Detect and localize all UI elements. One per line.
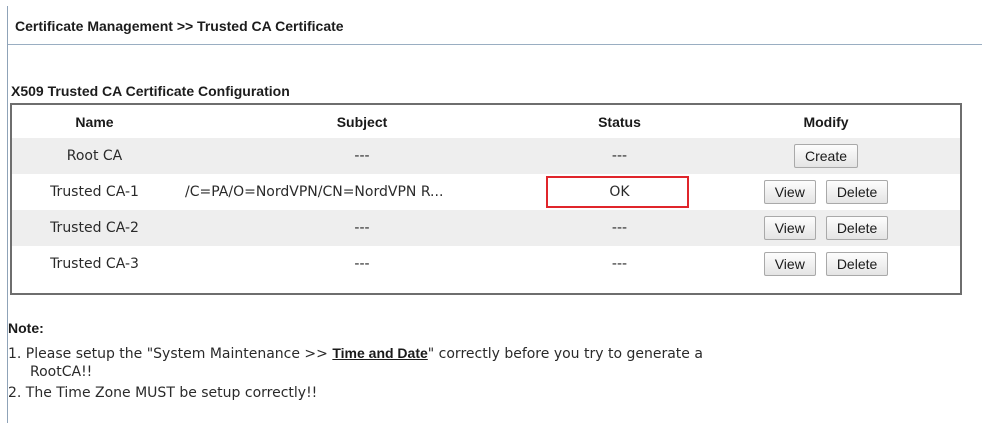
note-line-1: 1. Please setup the "System Maintenance … — [8, 345, 703, 362]
row-modify: Create — [692, 138, 960, 174]
section-title: X509 Trusted CA Certificate Configuratio… — [11, 83, 290, 99]
trusted-ca-table: Name Subject Status Modify Root CA --- -… — [10, 103, 962, 295]
view-button[interactable]: View — [763, 180, 816, 204]
table-row-root-ca: Root CA --- --- Create — [12, 138, 960, 174]
row-name: Root CA — [66, 148, 123, 164]
column-header-modify: Modify — [803, 113, 849, 130]
note-line-1-cont: RootCA!! — [30, 364, 93, 380]
row-modify: View Delete — [692, 210, 960, 246]
time-and-date-link[interactable]: Time and Date — [332, 345, 427, 361]
note-title: Note: — [8, 320, 44, 336]
note-text: " correctly before you try to generate a — [427, 346, 703, 362]
view-button[interactable]: View — [763, 216, 816, 240]
row-modify: View Delete — [692, 174, 960, 210]
row-subject: /C=PA/O=NordVPN/CN=NordVPN R... — [185, 184, 444, 200]
row-name: Trusted CA-3 — [50, 256, 139, 272]
header-bar: Certificate Management >> Trusted CA Cer… — [8, 6, 982, 45]
note-text: 1. Please setup the "System Maintenance … — [8, 346, 333, 362]
row-subject: --- — [354, 220, 370, 236]
table-row-trusted-ca-3: Trusted CA-3 --- --- View Delete — [12, 246, 960, 282]
row-status: OK — [609, 184, 630, 200]
row-subject: --- — [354, 148, 370, 164]
delete-button[interactable]: Delete — [825, 252, 889, 276]
note-line-2: 2. The Time Zone MUST be setup correctly… — [8, 385, 318, 401]
row-modify: View Delete — [692, 246, 960, 282]
row-name: Trusted CA-2 — [50, 220, 139, 236]
breadcrumb: Certificate Management >> Trusted CA Cer… — [15, 18, 344, 34]
table-header: Name Subject Status Modify — [12, 105, 960, 138]
row-subject: --- — [354, 256, 370, 272]
create-button[interactable]: Create — [793, 144, 859, 168]
row-status: --- — [611, 220, 628, 236]
column-header-name: Name — [75, 113, 114, 130]
row-name: Trusted CA-1 — [50, 184, 139, 200]
column-header-status: Status — [598, 113, 641, 130]
column-header-subject: Subject — [336, 113, 388, 130]
view-button[interactable]: View — [763, 252, 816, 276]
table-row-trusted-ca-2: Trusted CA-2 --- --- View Delete — [12, 210, 960, 246]
table-row-trusted-ca-1: Trusted CA-1 /C=PA/O=NordVPN/CN=NordVPN … — [12, 174, 960, 210]
delete-button[interactable]: Delete — [825, 216, 889, 240]
row-status: --- — [611, 148, 628, 164]
row-status: --- — [611, 256, 628, 272]
delete-button[interactable]: Delete — [825, 180, 889, 204]
